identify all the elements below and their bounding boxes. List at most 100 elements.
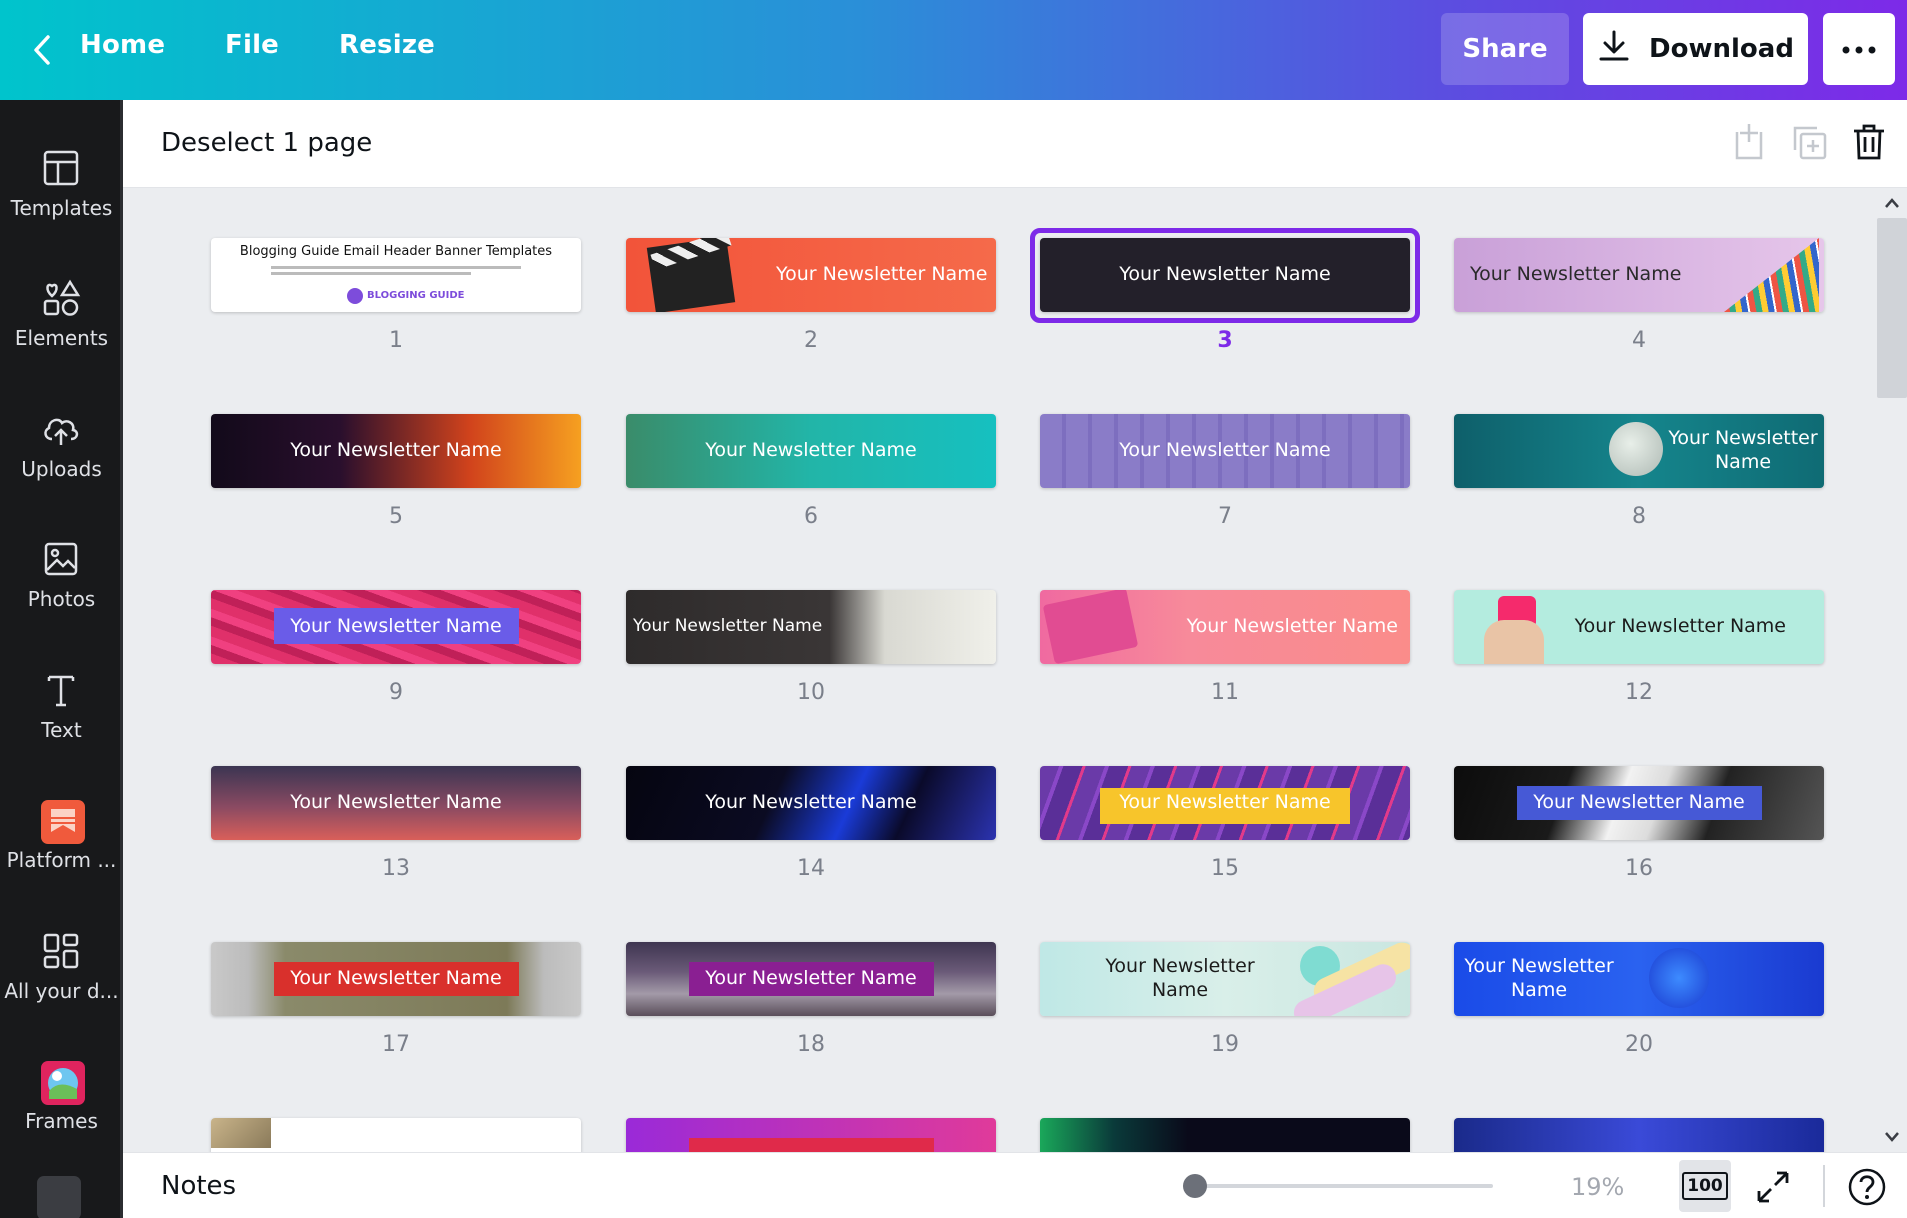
page-number: 18 <box>797 1032 825 1057</box>
page-number: 17 <box>382 1032 410 1057</box>
page-title-label: Your Newsletter Name <box>1105 955 1255 1001</box>
page-thumbnail-15[interactable]: Your Newsletter Name <box>1040 766 1410 840</box>
download-label: Download <box>1649 34 1794 64</box>
page-toolbar: Deselect 1 page <box>123 100 1907 188</box>
page-thumbnail-7[interactable]: Your Newsletter Name <box>1040 414 1410 488</box>
notes-bar: Notes 19% 100 <box>123 1152 1907 1218</box>
page-title-text: Your Newsletter Name <box>1040 942 1320 1016</box>
page-title-text: Your Newsletter Name <box>776 263 988 286</box>
sidebar-item-label: All your d... <box>4 979 119 1003</box>
page-thumbnail-8[interactable]: Your Newsletter Name <box>1454 414 1824 488</box>
sidebar-item-label: Elements <box>14 326 109 350</box>
page-title-text: Your Newsletter Name <box>1454 942 1624 1016</box>
page-brand-text: BLOGGING GUIDE <box>367 290 465 301</box>
page-number: 15 <box>1211 856 1239 881</box>
page-title-text: Your Newsletter Name <box>1119 791 1331 814</box>
page-number: 12 <box>1625 680 1653 705</box>
page-number: 2 <box>804 328 818 353</box>
page-thumbnail-6[interactable]: Your Newsletter Name <box>626 414 996 488</box>
page-grid: Blogging Guide Email Header Banner Templ… <box>123 188 1883 1152</box>
page-thumbnail-9[interactable]: Your Newsletter Name <box>211 590 581 664</box>
page-thumbnail-3[interactable]: Your Newsletter Name <box>1040 238 1410 312</box>
deselect-pages-button[interactable]: Deselect 1 page <box>161 128 372 158</box>
more-apps-icon[interactable] <box>37 1176 81 1218</box>
page-thumbnail-13[interactable]: Your Newsletter Name <box>211 766 581 840</box>
page-number: 20 <box>1625 1032 1653 1057</box>
scroll-down-icon[interactable] <box>1884 1128 1900 1147</box>
text-icon <box>41 670 81 710</box>
sidebar-item-elements[interactable]: Elements <box>0 250 123 360</box>
page-thumbnail-16[interactable]: Your Newsletter Name <box>1454 766 1824 840</box>
page-title-text: Your Newsletter Name <box>1470 263 1682 286</box>
page-number: 10 <box>797 680 825 705</box>
page-thumbnail-2[interactable]: Your Newsletter Name <box>626 238 996 312</box>
zoom-slider-handle[interactable] <box>1183 1174 1207 1198</box>
page-number: 3 <box>1217 328 1233 353</box>
zoom-percentage[interactable]: 19% <box>1571 1173 1624 1201</box>
page-title-text: Blogging Guide Email Header Banner Templ… <box>239 244 553 259</box>
frames-app-icon <box>41 1061 85 1105</box>
sidebar-item-templates[interactable]: Templates <box>0 120 123 230</box>
more-options-button[interactable] <box>1823 13 1895 85</box>
page-title-text: Your Newsletter Name <box>1119 439 1331 462</box>
fullscreen-icon[interactable] <box>1751 1165 1795 1209</box>
all-designs-icon <box>41 931 81 971</box>
page-title-text: Your Newsletter Name <box>290 439 502 462</box>
page-number: 13 <box>382 856 410 881</box>
sidebar-item-label: Templates <box>10 196 113 220</box>
page-thumbnail-23[interactable] <box>1040 1118 1410 1152</box>
sidebar-item-frames[interactable]: Frames <box>0 1033 123 1143</box>
grid-view-label: 100 <box>1682 1172 1728 1200</box>
delete-page-icon[interactable] <box>1849 122 1889 162</box>
file-menu[interactable]: File <box>225 30 279 60</box>
page-thumbnail-5[interactable]: Your Newsletter Name <box>211 414 581 488</box>
scroll-up-icon[interactable] <box>1884 194 1900 213</box>
page-title-text: Your Newsletter Name <box>1574 615 1786 638</box>
duplicate-page-icon[interactable] <box>1789 122 1829 162</box>
page-thumbnail-24[interactable] <box>1454 1118 1824 1152</box>
sidebar-item-label: Photos <box>27 587 96 611</box>
page-thumbnail-1[interactable]: Blogging Guide Email Header Banner Templ… <box>211 238 581 312</box>
page-thumbnail-10[interactable]: Your Newsletter Name <box>626 590 996 664</box>
sidebar-item-text[interactable]: Text <box>0 642 123 752</box>
back-chevron-icon[interactable] <box>28 32 58 68</box>
page-number: 8 <box>1632 504 1646 529</box>
download-icon <box>1597 29 1631 70</box>
page-thumbnail-17[interactable]: Your Newsletter Name <box>211 942 581 1016</box>
help-icon[interactable] <box>1845 1165 1889 1209</box>
page-number: 16 <box>1625 856 1653 881</box>
grid-view-button[interactable]: 100 <box>1679 1160 1731 1212</box>
add-page-icon[interactable] <box>1729 122 1769 162</box>
notes-button[interactable]: Notes <box>161 1171 236 1201</box>
sidebar-item-platform[interactable]: Platform ... <box>0 772 123 882</box>
zoom-slider-track[interactable] <box>1183 1184 1493 1188</box>
page-title-text: Your Newsletter Name <box>705 791 917 814</box>
page-title-text: Your Newsletter Name <box>290 791 502 814</box>
sidebar-item-label: Platform ... <box>6 848 117 872</box>
scrollbar-thumb[interactable] <box>1877 218 1907 398</box>
share-button[interactable]: Share <box>1441 13 1569 85</box>
page-thumbnail-12[interactable]: Your Newsletter Name <box>1454 590 1824 664</box>
page-thumbnail-18[interactable]: Your Newsletter Name <box>626 942 996 1016</box>
page-thumbnail-20[interactable]: Your Newsletter Name <box>1454 942 1824 1016</box>
page-title-text: Your Newsletter Name <box>1454 414 1824 488</box>
page-number: 6 <box>804 504 818 529</box>
page-thumbnail-14[interactable]: Your Newsletter Name <box>626 766 996 840</box>
download-button[interactable]: Download <box>1583 13 1808 85</box>
sidebar-item-uploads[interactable]: Uploads <box>0 381 123 491</box>
templates-icon <box>41 148 81 188</box>
page-thumbnail-11[interactable]: Your Newsletter Name <box>1040 590 1410 664</box>
photos-icon <box>41 539 81 579</box>
page-thumbnail-19[interactable]: Your Newsletter Name <box>1040 942 1410 1016</box>
resize-menu[interactable]: Resize <box>339 30 435 60</box>
home-link[interactable]: Home <box>80 30 165 60</box>
page-title-text: Your Newsletter Name <box>633 616 823 637</box>
uploads-icon <box>41 409 81 449</box>
sidebar-item-all-designs[interactable]: All your d... <box>0 903 123 1013</box>
page-number: 14 <box>797 856 825 881</box>
page-thumbnail-21[interactable] <box>211 1118 581 1152</box>
more-dots-icon <box>1841 40 1877 59</box>
page-thumbnail-22[interactable] <box>626 1118 996 1152</box>
page-thumbnail-4[interactable]: Your Newsletter Name <box>1454 238 1824 312</box>
sidebar-item-photos[interactable]: Photos <box>0 511 123 621</box>
